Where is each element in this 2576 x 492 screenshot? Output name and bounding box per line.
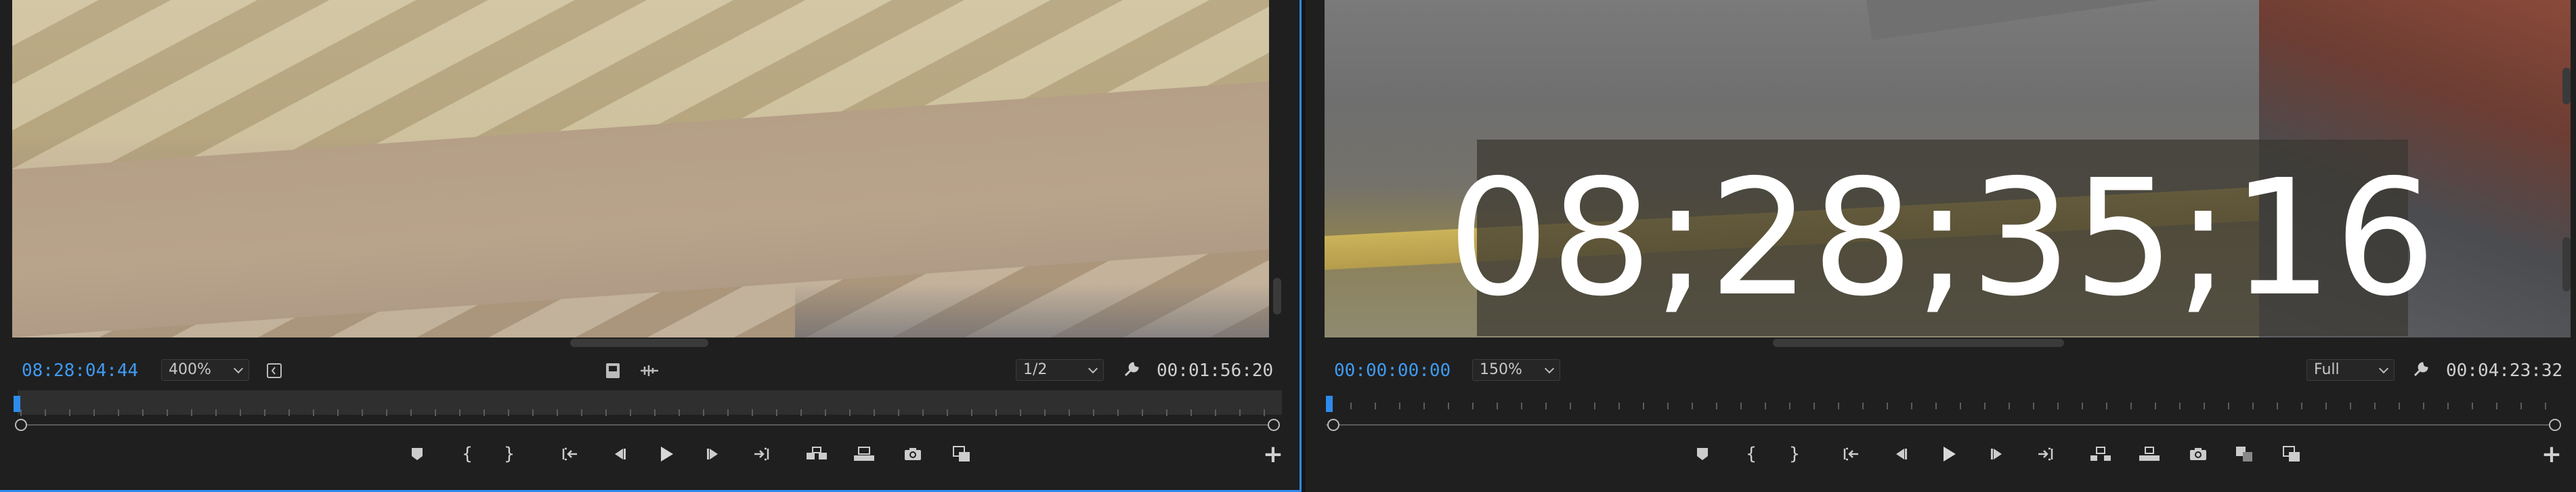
go-to-in-icon[interactable] xyxy=(1838,440,1865,468)
export-frame-icon[interactable] xyxy=(899,440,926,468)
program-wrench-icon[interactable] xyxy=(2411,359,2431,380)
overlay-timecode-text: 08;28;35;16 xyxy=(1447,144,2438,331)
timecode-overlay: 08;28;35;16 xyxy=(1447,140,2438,336)
drag-audio-only-icon[interactable] xyxy=(638,361,661,381)
source-resolution-select[interactable]: 1/2 xyxy=(1016,359,1104,381)
go-to-in-icon[interactable] xyxy=(557,440,584,468)
play-icon[interactable] xyxy=(653,440,680,468)
step-back-icon[interactable] xyxy=(1887,440,1914,468)
button-editor-icon[interactable] xyxy=(948,440,975,468)
export-frame-icon[interactable] xyxy=(2185,440,2212,468)
play-icon[interactable] xyxy=(1935,440,1962,468)
source-playhead-timecode[interactable]: 08:28:04:44 xyxy=(22,361,138,381)
step-forward-icon[interactable] xyxy=(1984,440,2011,468)
source-monitor-panel: 08:28:04:44 400% 1/2 00:01:56:20 {} + xyxy=(0,0,1302,492)
program-playhead[interactable] xyxy=(1326,396,1333,412)
program-vertical-scrollbar-bottom[interactable] xyxy=(2562,237,2571,291)
source-settings-toggle-icon[interactable] xyxy=(265,362,283,380)
source-video-frame xyxy=(12,0,1269,337)
program-transport-bar: { } + xyxy=(1306,440,2576,474)
program-zoom-select[interactable]: 150% xyxy=(1472,359,1560,381)
source-duration: 00:01:56:20 xyxy=(1157,361,1274,381)
button-editor-icon[interactable] xyxy=(2278,440,2305,468)
overwrite-icon[interactable] xyxy=(851,440,878,468)
source-horizontal-scrollbar[interactable] xyxy=(570,339,708,347)
insert-icon[interactable] xyxy=(803,440,830,468)
source-playhead[interactable] xyxy=(14,396,20,412)
source-wrench-icon[interactable] xyxy=(1121,359,1142,380)
source-time-ruler[interactable] xyxy=(0,390,1300,431)
program-time-ruler[interactable] xyxy=(1306,390,2576,431)
program-horizontal-scrollbar[interactable] xyxy=(1773,339,2064,347)
mark-out-icon[interactable]: } xyxy=(496,440,523,468)
extract-icon[interactable] xyxy=(2136,440,2163,468)
mark-out-icon[interactable]: } xyxy=(1781,440,1808,468)
mark-in-icon[interactable]: { xyxy=(1738,440,1765,468)
drag-video-only-icon[interactable] xyxy=(603,361,623,381)
program-zoom-handle-right[interactable] xyxy=(2549,419,2561,431)
source-transport-bar: { } + xyxy=(0,440,1300,474)
mark-in-icon[interactable]: { xyxy=(454,440,481,468)
go-to-out-icon[interactable] xyxy=(2032,440,2059,468)
source-control-row: 08:28:04:44 400% 1/2 00:01:56:20 xyxy=(0,352,1300,390)
source-zoom-handle-left[interactable] xyxy=(15,419,27,431)
add-marker-icon[interactable] xyxy=(404,440,431,468)
add-button-icon[interactable]: + xyxy=(2538,440,2565,468)
program-resolution-select[interactable]: Full xyxy=(2306,359,2395,381)
source-vertical-scrollbar[interactable] xyxy=(1273,278,1281,314)
step-back-icon[interactable] xyxy=(605,440,632,468)
comparison-view-icon[interactable] xyxy=(2231,440,2258,468)
go-to-out-icon[interactable] xyxy=(748,440,775,468)
program-zoom-handle-left[interactable] xyxy=(1327,419,1339,431)
add-marker-icon[interactable] xyxy=(1689,440,1716,468)
source-zoom-handle-right[interactable] xyxy=(1268,419,1280,431)
source-zoom-select[interactable]: 400% xyxy=(161,359,249,381)
step-forward-icon[interactable] xyxy=(700,440,727,468)
program-playhead-timecode[interactable]: 00:00:00:00 xyxy=(1334,361,1451,381)
program-duration: 00:04:23:32 xyxy=(2446,361,2563,381)
add-button-icon[interactable]: + xyxy=(1260,440,1287,468)
program-control-row: 00:00:00:00 150% Full 00:04:23:32 xyxy=(1306,352,2576,390)
program-vertical-scrollbar-top[interactable] xyxy=(2562,68,2571,104)
lift-icon[interactable] xyxy=(2087,440,2114,468)
